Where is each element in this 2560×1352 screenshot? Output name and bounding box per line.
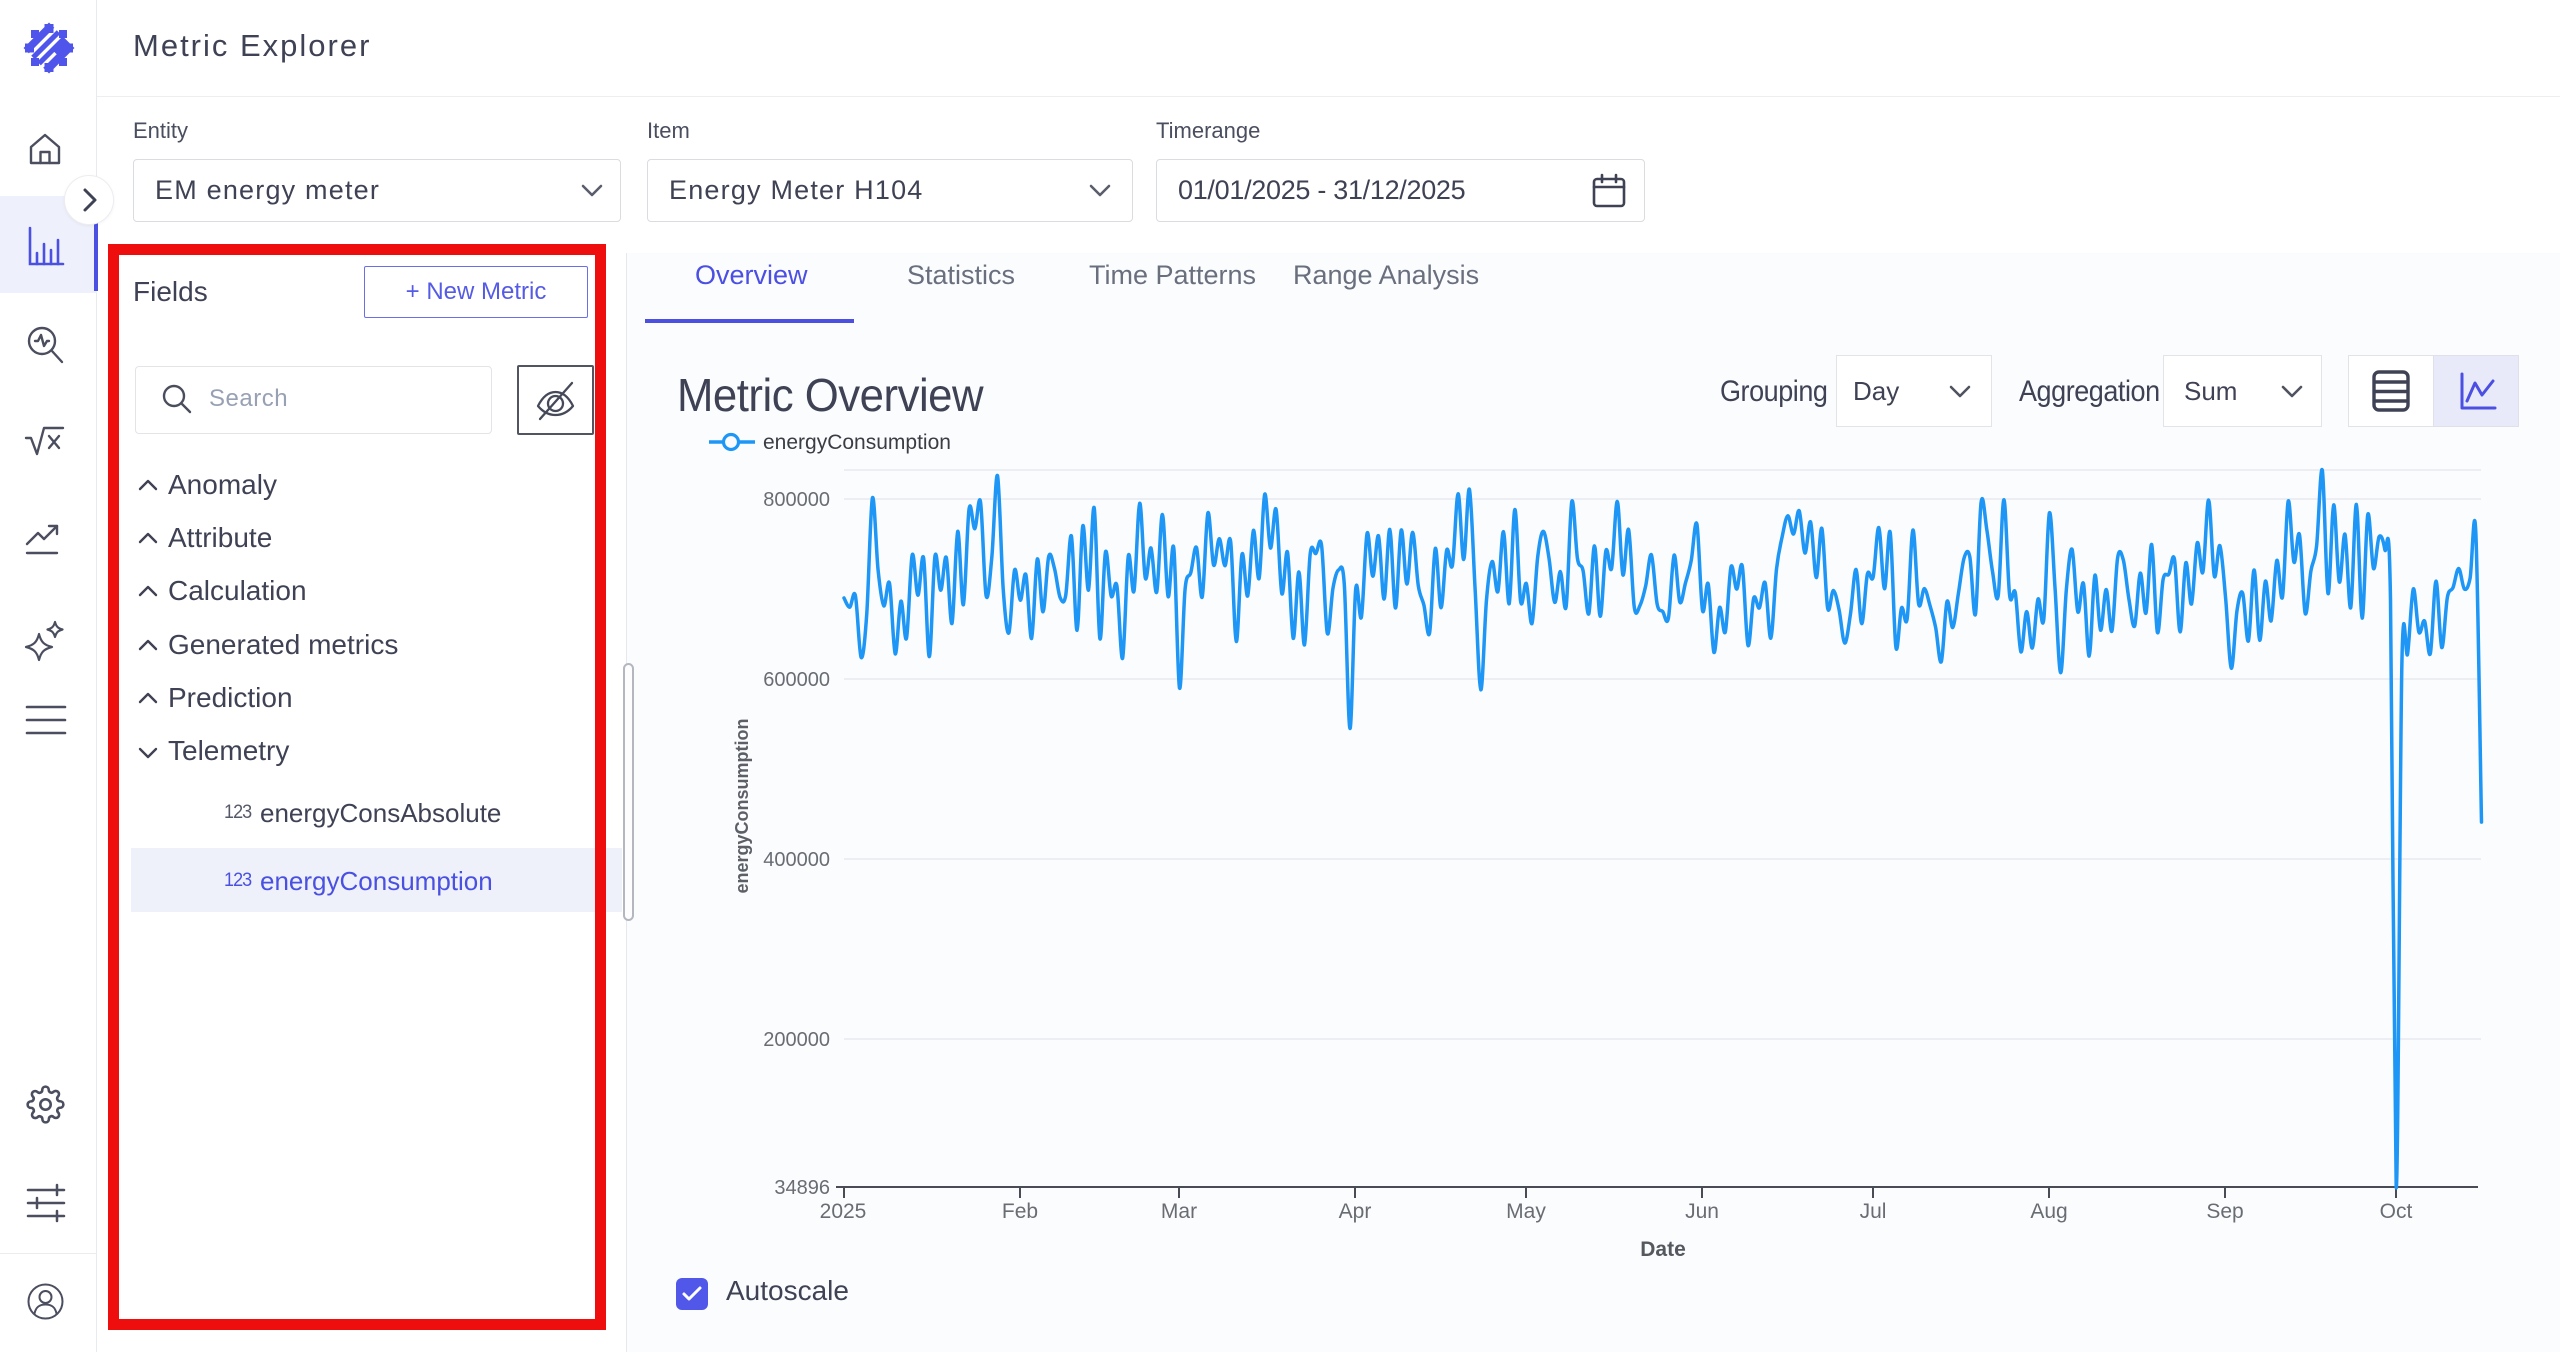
svg-text:Oct: Oct (2380, 1200, 2413, 1223)
svg-text:Sep: Sep (2206, 1200, 2243, 1223)
svg-text:energyConsumption: energyConsumption (732, 718, 752, 893)
svg-text:Date: Date (1640, 1238, 1686, 1261)
svg-text:2025: 2025 (820, 1200, 867, 1223)
svg-text:600000: 600000 (763, 669, 830, 691)
svg-text:Apr: Apr (1339, 1200, 1372, 1223)
svg-text:May: May (1506, 1200, 1546, 1223)
svg-text:Feb: Feb (1002, 1200, 1038, 1223)
svg-text:Aug: Aug (2030, 1200, 2067, 1223)
svg-text:800000: 800000 (763, 489, 830, 511)
svg-text:energyConsumption: energyConsumption (763, 431, 951, 454)
svg-text:Jun: Jun (1685, 1200, 1719, 1223)
svg-text:Jul: Jul (1860, 1200, 1887, 1223)
svg-text:200000: 200000 (763, 1029, 830, 1051)
svg-text:34896: 34896 (774, 1177, 830, 1199)
svg-text:Mar: Mar (1161, 1200, 1197, 1223)
svg-text:400000: 400000 (763, 849, 830, 871)
